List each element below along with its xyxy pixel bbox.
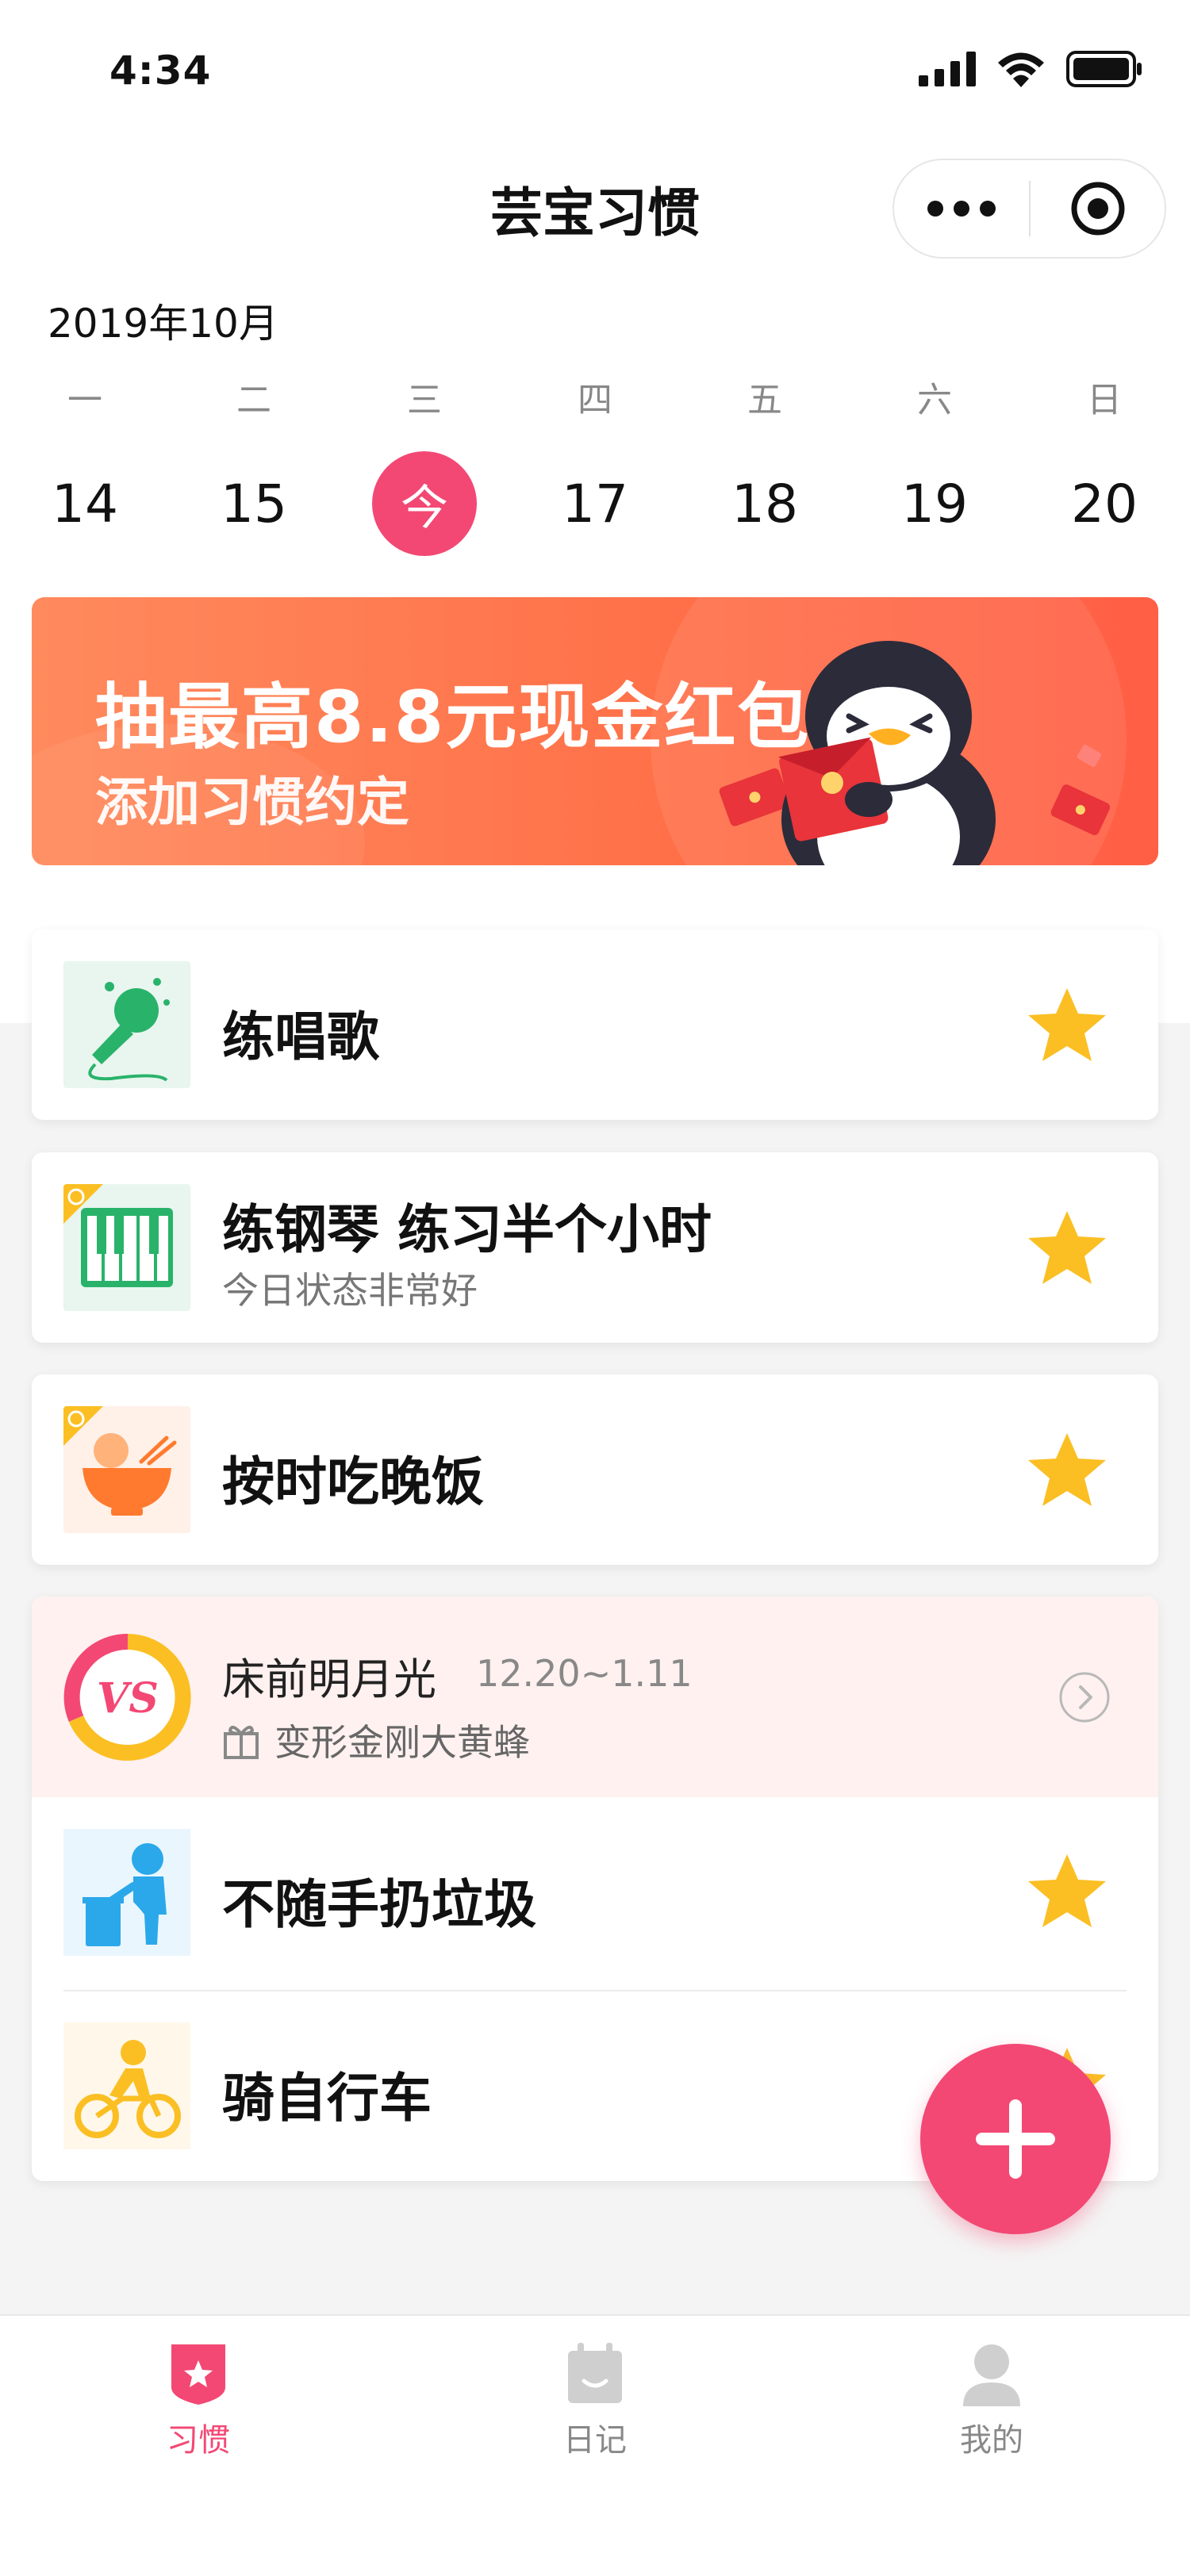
weekday-label: 六	[917, 380, 952, 420]
group-habit-row[interactable]: 不随手扔垃圾	[32, 1797, 1158, 1989]
challenge-row[interactable]: VS 床前明月光 12.20~1.11 变形金刚大黄蜂	[32, 1597, 1158, 1797]
weekday-label: 二	[236, 380, 271, 420]
battery-icon	[1066, 51, 1142, 87]
date-cell[interactable]: 14	[21, 452, 148, 555]
gift-icon	[224, 1725, 259, 1759]
star-icon[interactable]	[1023, 1208, 1111, 1287]
trash-person-icon	[63, 1829, 190, 1956]
chevron-right-icon[interactable]	[1058, 1671, 1111, 1723]
weekday-label: 一	[67, 380, 102, 420]
tab-label: 我的	[960, 2422, 1023, 2459]
weekday-label: 日	[1087, 380, 1122, 420]
habit-card[interactable]: 练钢琴 练习半个小时 今日状态非常好	[32, 1152, 1158, 1343]
tab-habits[interactable]: 习惯	[79, 2341, 317, 2468]
more-dot-icon	[980, 201, 996, 217]
microphone-icon	[63, 961, 190, 1088]
tab-label: 日记	[563, 2422, 627, 2459]
promo-banner[interactable]: 抽最高8.8元现金红包 添加习惯约定	[32, 597, 1158, 865]
star-icon[interactable]	[1023, 985, 1111, 1064]
mini-program-capsule	[892, 159, 1166, 259]
bicycle-icon	[63, 2022, 190, 2149]
date-cell[interactable]: 15	[190, 452, 317, 555]
date-cell[interactable]: 20	[1041, 452, 1168, 555]
more-dot-icon	[954, 201, 969, 217]
habit-card[interactable]: 按时吃晚饭	[32, 1374, 1158, 1565]
signal-icon	[919, 52, 976, 86]
close-miniprogram-button[interactable]	[1031, 160, 1165, 257]
star-icon[interactable]	[1023, 1851, 1111, 1930]
habit-name: 不随手扔垃圾	[222, 1874, 536, 1935]
tab-me[interactable]: 我的	[873, 2341, 1111, 2468]
target-icon	[1071, 182, 1124, 236]
weekday-label: 三	[407, 380, 442, 420]
habit-name: 练钢琴 练习半个小时	[222, 1199, 712, 1260]
habit-name: 骑自行车	[222, 2068, 432, 2129]
weekday-row: 一 二 三 四 五 六 日	[0, 371, 1190, 420]
date-cell[interactable]: 19	[871, 452, 998, 555]
more-dot-icon	[927, 201, 943, 217]
habit-name: 按时吃晚饭	[222, 1451, 484, 1512]
tab-label: 习惯	[167, 2422, 230, 2459]
vs-badge-text: VS	[97, 1674, 159, 1723]
date-cell[interactable]: 17	[532, 452, 658, 555]
shield-star-icon	[171, 2344, 225, 2405]
user-icon	[963, 2344, 1020, 2406]
habit-note: 今日状态非常好	[222, 1269, 478, 1312]
weekday-label: 四	[578, 380, 612, 420]
bowl-icon	[63, 1406, 190, 1533]
date-cell[interactable]: 18	[701, 452, 828, 555]
challenge-dates: 12.20~1.11	[476, 1652, 693, 1695]
penguin-mascot-icon	[719, 641, 1111, 865]
challenge-title: 床前明月光	[222, 1654, 436, 1704]
more-button[interactable]	[894, 160, 1029, 257]
habit-name: 练唱歌	[222, 1006, 379, 1068]
wifi-icon	[998, 52, 1044, 87]
banner-title: 抽最高8.8元现金红包	[95, 676, 811, 759]
status-time: 4:34	[109, 48, 212, 94]
today-marker: 今	[372, 451, 477, 556]
status-bar: 4:34	[0, 0, 1190, 143]
calendar-icon	[568, 2343, 622, 2403]
plus-icon	[976, 2099, 1055, 2179]
banner-subtitle: 添加习惯约定	[95, 772, 409, 833]
weekday-label: 五	[747, 380, 782, 420]
challenge-prize: 变形金刚大黄蜂	[222, 1714, 530, 1766]
add-habit-button[interactable]	[920, 2044, 1111, 2234]
status-icons	[919, 51, 1142, 87]
date-row: 14 15 今 17 18 19 20	[0, 451, 1190, 556]
habit-card[interactable]: 练唱歌	[32, 930, 1158, 1120]
vs-badge-icon: VS	[63, 1633, 191, 1761]
tab-bar: 习惯 日记 我的	[0, 2314, 1190, 2576]
star-icon[interactable]	[1023, 1430, 1111, 1509]
challenge-prize-text: 变形金刚大黄蜂	[274, 1721, 530, 1764]
calendar-month: 2019年10月	[48, 301, 278, 347]
tab-diary[interactable]: 日记	[476, 2341, 714, 2468]
date-cell-today[interactable]: 今	[361, 451, 488, 556]
piano-icon	[63, 1184, 190, 1311]
